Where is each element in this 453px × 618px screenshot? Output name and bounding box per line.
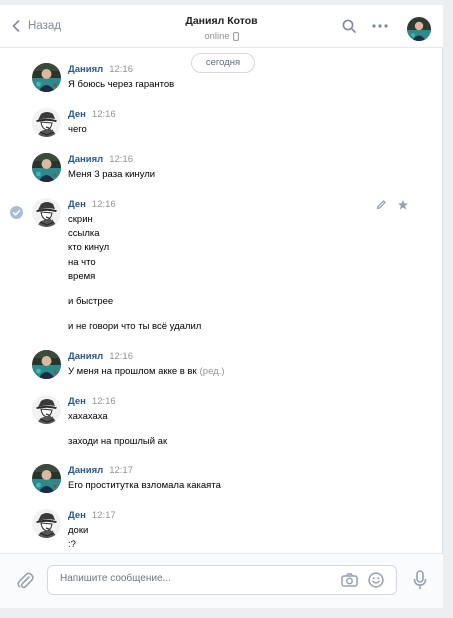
message-text: Меня 3 раза кинули [68, 168, 155, 182]
message-time[interactable]: 12:16 [109, 64, 133, 75]
avatar[interactable] [32, 464, 61, 493]
pencil-icon[interactable] [376, 199, 387, 213]
message-line-text: хахахаха [68, 411, 108, 422]
message-line-text: заходи на прошлый ак [68, 436, 168, 448]
message-time[interactable]: 12:17 [92, 510, 116, 521]
message-text: Его проститутка взломала какаята [68, 479, 221, 493]
message-line [68, 284, 201, 295]
check-circle-icon[interactable] [10, 206, 23, 219]
avatar[interactable] [32, 108, 61, 137]
message-line: и не говори что ты всё удалил [68, 320, 201, 334]
message-text: хахахаха заходи на прошлый ак [68, 410, 167, 449]
sender-name[interactable]: Даниял [68, 154, 103, 165]
avatar[interactable] [32, 509, 61, 538]
message-line [68, 424, 167, 435]
message-line-text: Его проститутка взломала какаята [68, 480, 221, 491]
back-label: Назад [28, 20, 61, 32]
message-time[interactable]: 12:16 [109, 351, 133, 362]
message-meta: Ден 12:16 [68, 109, 116, 120]
avatar[interactable] [32, 350, 61, 379]
message-line: заходи на прошлый ак [68, 435, 167, 449]
mobile-phone-icon [232, 32, 239, 41]
message-line: и быстрее [68, 295, 201, 309]
smile-icon[interactable] [368, 572, 384, 588]
message-line-text: кто кинул [68, 242, 110, 254]
message-line-text: чего [68, 124, 87, 135]
message-meta: Даниял 12:16 [68, 351, 133, 362]
message-text: Я боюсь через гарантов [68, 78, 174, 92]
date-divider: сегодня [191, 53, 255, 73]
message-meta: Ден 12:16 [68, 199, 116, 210]
message-line-text: скрин [68, 214, 93, 225]
message-text: скрин ссылка кто кинул на что время и быстрее… [68, 213, 201, 334]
avatar[interactable] [32, 63, 61, 92]
status-text: online [204, 31, 230, 42]
chat-header: Назад Даниял Котов online [0, 5, 443, 48]
sender-name[interactable]: Даниял [68, 351, 103, 362]
message-line: доки [68, 524, 88, 538]
avatar[interactable] [32, 395, 61, 424]
message-line: хахахаха [68, 410, 167, 424]
sender-name[interactable]: Ден [68, 199, 86, 210]
message-line: :? [68, 538, 88, 552]
message-line [68, 309, 201, 320]
message-line-text: и быстрее [68, 296, 114, 308]
message-meta: Даниял 12:17 [68, 465, 133, 476]
message-time[interactable]: 12:17 [109, 465, 133, 476]
message-line: Меня 3 раза кинули [68, 168, 155, 182]
message-line: ссылка [68, 227, 201, 241]
message-text: доки:? [68, 524, 88, 552]
message-line: скрин [68, 213, 201, 227]
message-meta: Даниял 12:16 [68, 64, 133, 75]
message-input-box[interactable] [47, 565, 397, 595]
message-meta: Ден 12:16 [68, 396, 116, 407]
message-line-text: доки [68, 525, 89, 536]
paperclip-icon[interactable] [16, 570, 34, 590]
search-icon[interactable] [342, 19, 356, 33]
message-time[interactable]: 12:16 [92, 109, 116, 120]
sender-name[interactable]: Ден [68, 510, 86, 521]
avatar[interactable] [32, 198, 61, 227]
message-line-text: и не говори что ты всё удалил [68, 321, 202, 333]
message-line: Я боюсь через гарантов [68, 78, 174, 92]
message-line-text: :? [68, 539, 76, 551]
back-button[interactable]: Назад [12, 20, 61, 32]
message-line: кто кинул [68, 241, 201, 255]
message-line-text: время [68, 270, 96, 282]
message-line: Его проститутка взломала какаята [68, 479, 221, 493]
microphone-icon[interactable] [413, 570, 427, 590]
message-text: чего [68, 123, 87, 137]
chevron-left-icon [12, 20, 20, 32]
sender-name[interactable]: Даниял [68, 465, 103, 476]
message-input[interactable] [60, 573, 330, 584]
message-time[interactable]: 12:16 [92, 199, 116, 210]
more-icon[interactable] [372, 24, 388, 28]
header-avatar[interactable] [407, 17, 431, 41]
message-line: время [68, 270, 201, 284]
star-icon[interactable] [397, 199, 409, 214]
message-meta: Ден 12:17 [68, 510, 116, 521]
chat-title[interactable]: Даниял Котов [185, 15, 257, 27]
message-line-text: Меня 3 раза кинули [68, 169, 156, 180]
message-line: на что [68, 256, 201, 270]
avatar[interactable] [32, 153, 61, 182]
edited-label: (ред.) [199, 366, 225, 377]
sender-name[interactable]: Ден [68, 109, 86, 120]
message-line: У меня на прошлом акке в вк (ред.) [68, 365, 225, 379]
message-line: чего [68, 123, 87, 137]
message-line-text: на что [68, 256, 96, 268]
message-line-text: ссылка [68, 228, 100, 240]
message-feed[interactable]: сегодня Даниял 12:16 Я боюсь через гаранто… [0, 48, 443, 553]
message-meta: Даниял 12:16 [68, 154, 133, 165]
online-status: online [204, 31, 239, 42]
message-time[interactable]: 12:16 [92, 396, 116, 407]
sender-name[interactable]: Даниял [68, 64, 103, 75]
composer [0, 553, 443, 608]
sender-name[interactable]: Ден [68, 396, 86, 407]
message-line-text: Я боюсь через гарантов [68, 79, 175, 90]
message-text: У меня на прошлом акке в вк (ред.) [68, 365, 225, 379]
camera-icon[interactable] [341, 573, 358, 587]
message-line-text: У меня на прошлом акке в вк [68, 366, 197, 377]
message-time[interactable]: 12:16 [109, 154, 133, 165]
